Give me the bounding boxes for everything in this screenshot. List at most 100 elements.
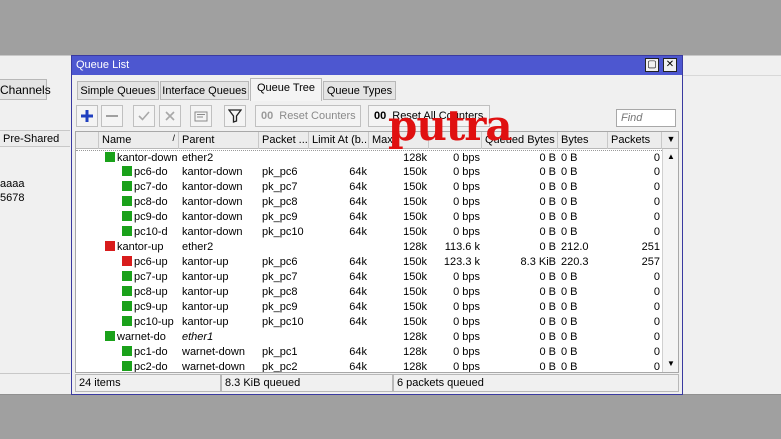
table-row[interactable]: kantor-down ether2 128k 0 bps 0 B 0 B 0 — [76, 150, 662, 165]
cell-parent: kantor-down — [182, 226, 243, 238]
queue-green-icon — [105, 152, 115, 162]
cell-queued: 0 B — [539, 301, 556, 313]
status-packets-queued: 6 packets queued — [393, 374, 679, 392]
cell-queued: 0 B — [539, 181, 556, 193]
table-row[interactable]: pc7-do kantor-down pk_pc7 64k 150k 0 bps 0 B 0 … — [76, 180, 662, 195]
table-row[interactable]: pc2-do warnet-down pk_pc2 64k 128k 0 bps 0 B 0 … — [76, 360, 662, 373]
status-item-count: 24 items — [75, 374, 221, 392]
column-chooser-icon[interactable]: ▼ — [662, 132, 678, 149]
cell-max: 128k — [403, 152, 427, 164]
cell-packets: 0 — [653, 196, 660, 208]
table-row[interactable]: pc6-up kantor-up pk_pc6 64k 150k 123.3 k 8.3 K… — [76, 255, 662, 270]
queue-name: pc2-do — [134, 361, 168, 373]
comment-button[interactable] — [190, 105, 212, 127]
cell-parent: kantor-up — [182, 271, 229, 283]
background-column-pre-shared: Pre-Shared — [0, 130, 70, 147]
queue-green-icon — [122, 301, 132, 311]
table-row[interactable]: pc7-up kantor-up pk_pc7 64k 150k 0 bps 0 B 0 B 0 — [76, 270, 662, 285]
cell-name: pc7-do — [76, 180, 179, 195]
queue-green-icon — [122, 346, 132, 356]
reset-counters-button[interactable]: 00 Reset Counters — [255, 105, 361, 127]
cell-name: pc7-up — [76, 270, 179, 285]
queue-name: pc10-d — [134, 226, 168, 238]
cell-parent: ether2 — [182, 241, 214, 253]
cell-bytes: 0 B — [561, 226, 578, 238]
table-row[interactable]: pc6-do kantor-down pk_pc6 64k 150k 0 bps 0 B 0 … — [76, 165, 662, 180]
tab-interface-queues[interactable]: Interface Queues — [160, 81, 249, 100]
restore-button[interactable]: ▢ — [645, 58, 659, 72]
close-button[interactable]: ✕ — [663, 58, 677, 72]
tab-simple-queues[interactable]: Simple Queues — [77, 81, 159, 100]
cell-packets: 0 — [653, 301, 660, 313]
window-titlebar[interactable]: Queue List ▢ ✕ — [72, 56, 682, 75]
cell-packets: 0 — [653, 226, 660, 238]
enable-button[interactable] — [133, 105, 155, 127]
column-header-limit-at[interactable]: Limit At (b... — [309, 132, 369, 149]
cell-name: pc8-do — [76, 195, 179, 210]
queue-name: pc1-do — [134, 346, 168, 358]
cell-max: 150k — [403, 181, 427, 193]
column-header-parent[interactable]: Parent — [179, 132, 259, 149]
disable-button[interactable] — [159, 105, 181, 127]
table-row[interactable]: pc10-d kantor-down pk_pc10 64k 150k 0 bps 0 B 0… — [76, 225, 662, 240]
vertical-scrollbar[interactable]: ▲ ▼ — [662, 149, 678, 372]
cell-bytes: 0 B — [561, 196, 578, 208]
tab-queue-tree[interactable]: Queue Tree — [250, 78, 322, 101]
cell-rate: 0 bps — [453, 196, 480, 208]
cell-limit — [309, 240, 369, 255]
cell-bytes: 0 B — [561, 286, 578, 298]
table-row[interactable]: warnet-do ether1 128k 0 bps 0 B 0 B 0 — [76, 330, 662, 345]
cell-packets: 257 — [641, 256, 660, 268]
queue-name: pc6-do — [134, 166, 168, 178]
cell-parent: warnet-down — [182, 346, 245, 358]
cell-rate: 0 bps — [453, 286, 480, 298]
cell-name: pc10-up — [76, 315, 179, 330]
table-row[interactable]: pc9-do kantor-down pk_pc9 64k 150k 0 bps 0 B 0 … — [76, 210, 662, 225]
cell-queued: 0 B — [539, 226, 556, 238]
add-button[interactable] — [76, 105, 98, 127]
reset-counters-label: Reset Counters — [279, 110, 356, 122]
queue-name: kantor-up — [117, 241, 164, 253]
cell-name: kantor-down — [76, 151, 179, 166]
filter-button[interactable] — [224, 105, 246, 127]
background-tab-channels[interactable]: Channels — [0, 79, 51, 100]
cell-rate: 0 bps — [453, 181, 480, 193]
cell-mark: pk_pc7 — [262, 181, 298, 193]
cell-mark: pk_pc6 — [262, 166, 298, 178]
table-row[interactable]: pc8-do kantor-down pk_pc8 64k 150k 0 bps 0 B 0 … — [76, 195, 662, 210]
cell-mark: pk_pc6 — [262, 256, 298, 268]
cell-queued: 0 B — [539, 271, 556, 283]
table-row[interactable]: pc9-up kantor-up pk_pc9 64k 150k 0 bps 0 B 0 B 0 — [76, 300, 662, 315]
table-row[interactable]: pc10-up kantor-up pk_pc10 64k 150k 0 bps 0 B 0 … — [76, 315, 662, 330]
cell-name: pc1-do — [76, 345, 179, 360]
table-row[interactable]: pc8-up kantor-up pk_pc8 64k 150k 0 bps 0 B 0 B 0 — [76, 285, 662, 300]
cell-parent: kantor-down — [182, 196, 243, 208]
queue-name: pc8-up — [134, 286, 168, 298]
column-header-bytes[interactable]: Bytes — [558, 132, 608, 149]
cell-packets: 0 — [653, 286, 660, 298]
scroll-up-icon[interactable]: ▲ — [663, 149, 678, 165]
table-row[interactable]: pc1-do warnet-down pk_pc1 64k 128k 0 bps 0 B 0 … — [76, 345, 662, 360]
column-header-packets[interactable]: Packets — [608, 132, 662, 149]
remove-button[interactable] — [101, 105, 123, 127]
cell-packets: 0 — [653, 331, 660, 343]
scroll-down-icon[interactable]: ▼ — [663, 356, 678, 372]
queue-name: kantor-down — [117, 152, 178, 164]
cell-rate: 0 bps — [453, 346, 480, 358]
tab-queue-types[interactable]: Queue Types — [323, 81, 396, 100]
queue-green-icon — [105, 331, 115, 341]
cell-bytes: 0 B — [561, 331, 578, 343]
cell-packets: 0 — [653, 152, 660, 164]
cell-max: 150k — [403, 256, 427, 268]
column-header-packet-marks[interactable]: Packet ... — [259, 132, 309, 149]
cell-limit: 64k — [349, 361, 367, 373]
cell-mark: pk_pc10 — [262, 316, 304, 328]
cell-parent: kantor-up — [182, 301, 229, 313]
find-input[interactable] — [616, 109, 676, 127]
cell-max: 150k — [403, 271, 427, 283]
status-queued-bytes: 8.3 KiB queued — [221, 374, 393, 392]
window-title: Queue List — [76, 59, 130, 71]
table-row[interactable]: kantor-up ether2 128k 113.6 k 0 B 212.0 251 — [76, 240, 662, 255]
column-header-name[interactable]: Name / — [99, 132, 179, 149]
cell-parent: kantor-down — [182, 181, 243, 193]
